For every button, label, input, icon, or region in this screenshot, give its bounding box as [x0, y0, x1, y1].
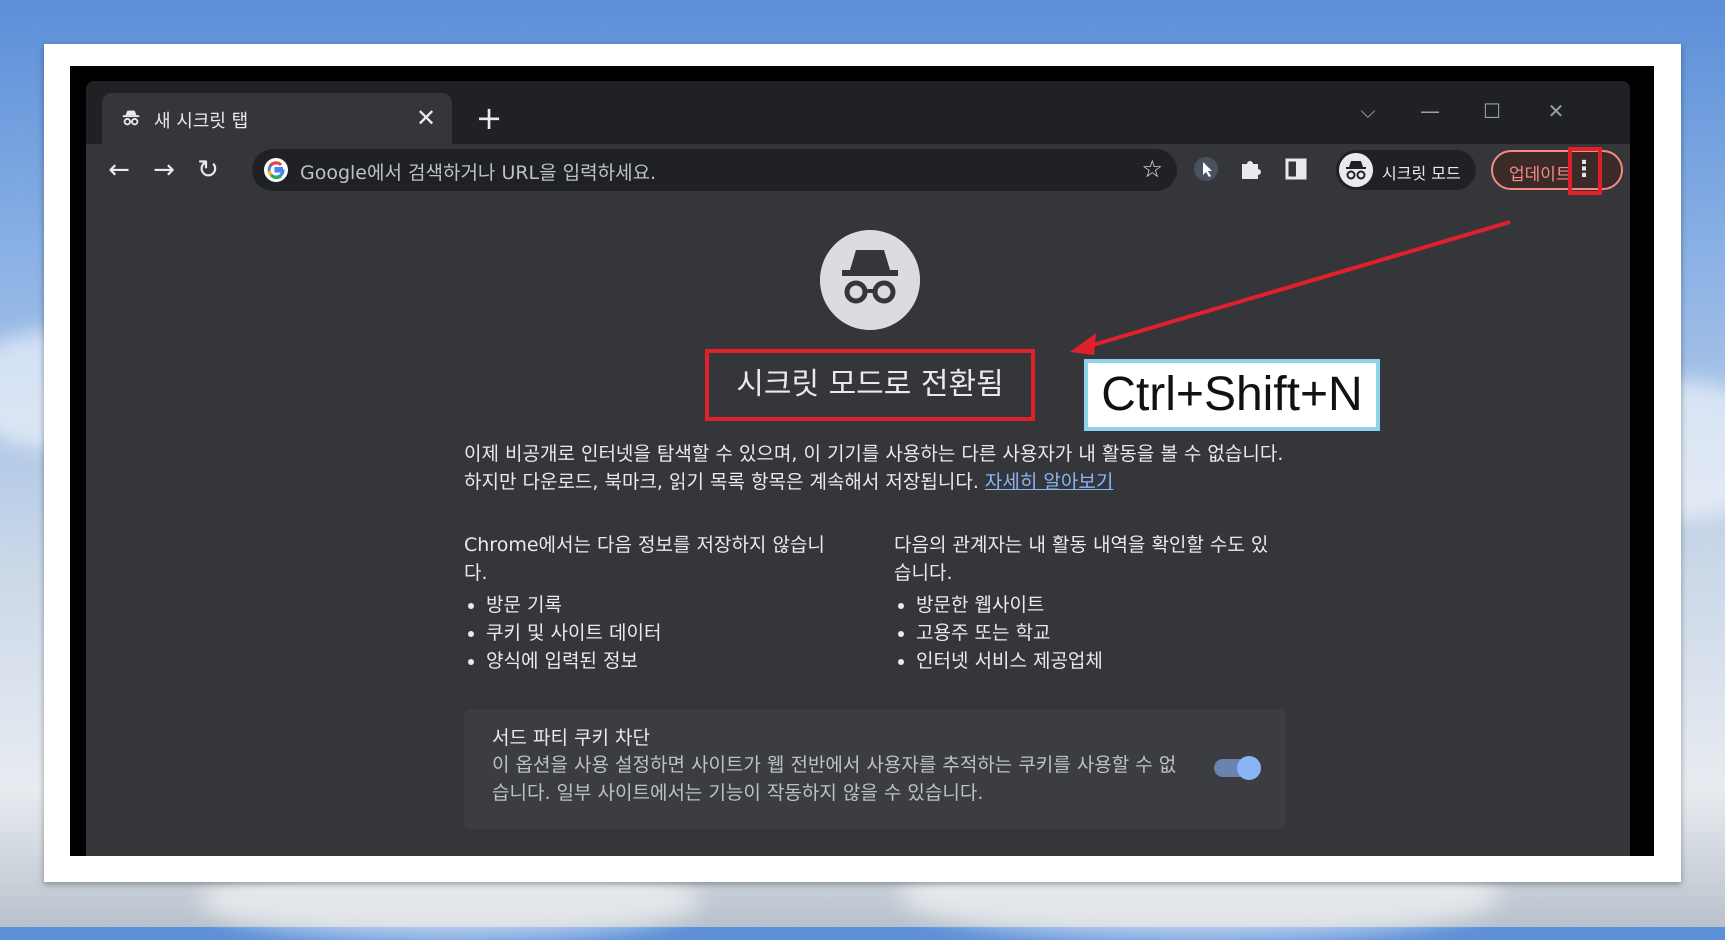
cookie-card-description: 이 옵션을 사용 설정하면 사이트가 웹 전반에서 사용자를 추적하는 쿠키를 …: [492, 754, 1177, 804]
side-panel-icon[interactable]: [1281, 154, 1311, 184]
visible-to-list: 방문한 웹사이트 고용주 또는 학교 인터넷 서비스 제공업체: [894, 591, 1274, 675]
tab-strip: 새 시크릿 탭 ✕ + ⌵ — ☐ ✕: [86, 81, 1630, 144]
list-item: 인터넷 서비스 제공업체: [916, 647, 1274, 675]
maximize-button[interactable]: ☐: [1472, 96, 1512, 126]
browser-window: 새 시크릿 탭 ✕ + ⌵ — ☐ ✕ ← → ↻ Google에서 검색하거나…: [86, 81, 1630, 856]
list-item: 양식에 입력된 정보: [486, 647, 844, 675]
forward-button[interactable]: →: [146, 152, 182, 188]
tab-close-icon[interactable]: ✕: [412, 104, 440, 132]
not-saved-list: 방문 기록 쿠키 및 사이트 데이터 양식에 입력된 정보: [464, 591, 844, 675]
list-item: 방문 기록: [486, 591, 844, 619]
screen-area: 새 시크릿 탭 ✕ + ⌵ — ☐ ✕ ← → ↻ Google에서 검색하거나…: [70, 66, 1654, 856]
extensions-puzzle-icon[interactable]: [1236, 154, 1266, 184]
close-window-button[interactable]: ✕: [1536, 96, 1576, 126]
learn-more-link[interactable]: 자세히 알아보기: [985, 471, 1113, 493]
intro-text: 이제 비공개로 인터넷을 탐색할 수 있으며, 이 기기를 사용하는 다른 사용…: [464, 443, 1284, 493]
cookie-card-title: 서드 파티 쿠키 차단: [492, 727, 650, 749]
back-button[interactable]: ←: [101, 152, 137, 188]
photo-frame: 새 시크릿 탭 ✕ + ⌵ — ☐ ✕ ← → ↻ Google에서 검색하거나…: [44, 44, 1681, 882]
tab-search-icon[interactable]: ⌵: [1348, 96, 1388, 126]
cursor-extension-icon[interactable]: [1191, 154, 1221, 184]
omnibox[interactable]: Google에서 검색하거나 URL을 입력하세요. ☆: [252, 149, 1177, 191]
omnibox-placeholder: Google에서 검색하거나 URL을 입력하세요.: [300, 162, 657, 184]
toolbar: ← → ↻ Google에서 검색하거나 URL을 입력하세요. ☆ 시크릿 모…: [86, 144, 1630, 197]
incognito-avatar-icon: [1339, 153, 1373, 187]
list-item: 방문한 웹사이트: [916, 591, 1274, 619]
google-logo-icon: [264, 158, 288, 182]
minimize-button[interactable]: —: [1410, 96, 1450, 126]
visible-to-heading: 다음의 관계자는 내 활동 내역을 확인할 수도 있습니다.: [894, 534, 1269, 584]
update-button[interactable]: 업데이트: [1491, 150, 1623, 190]
incognito-profile-button[interactable]: 시크릿 모드: [1336, 150, 1476, 190]
third-party-cookie-card: 서드 파티 쿠키 차단 이 옵션을 사용 설정하면 사이트가 웹 전반에서 사용…: [464, 709, 1286, 829]
update-label: 업데이트: [1509, 165, 1572, 185]
annotation-menu-highlight: [1568, 147, 1602, 195]
list-item: 쿠키 및 사이트 데이터: [486, 619, 844, 647]
new-tab-button[interactable]: +: [471, 101, 507, 137]
visible-to-column: 다음의 관계자는 내 활동 내역을 확인할 수도 있습니다. 방문한 웹사이트 …: [894, 531, 1274, 675]
incognito-icon: [122, 110, 140, 126]
tab-incognito[interactable]: 새 시크릿 탭 ✕: [102, 93, 452, 144]
tab-title: 새 시크릿 탭: [154, 111, 249, 132]
incognito-page: 시크릿 모드로 전환됨 Ctrl+Shift+N 이제 비공개로 인터넷을 탐색…: [86, 197, 1630, 856]
list-item: 고용주 또는 학교: [916, 619, 1274, 647]
reload-button[interactable]: ↻: [190, 152, 226, 188]
not-saved-column: Chrome에서는 다음 정보를 저장하지 않습니다. 방문 기록 쿠키 및 사…: [464, 531, 844, 675]
profile-label: 시크릿 모드: [1382, 164, 1461, 183]
intro-paragraph: 이제 비공개로 인터넷을 탐색할 수 있으며, 이 기기를 사용하는 다른 사용…: [464, 440, 1284, 496]
not-saved-heading: Chrome에서는 다음 정보를 저장하지 않습니다.: [464, 534, 825, 584]
bookmark-star-icon[interactable]: ☆: [1141, 155, 1163, 183]
cookie-toggle[interactable]: [1237, 756, 1261, 780]
